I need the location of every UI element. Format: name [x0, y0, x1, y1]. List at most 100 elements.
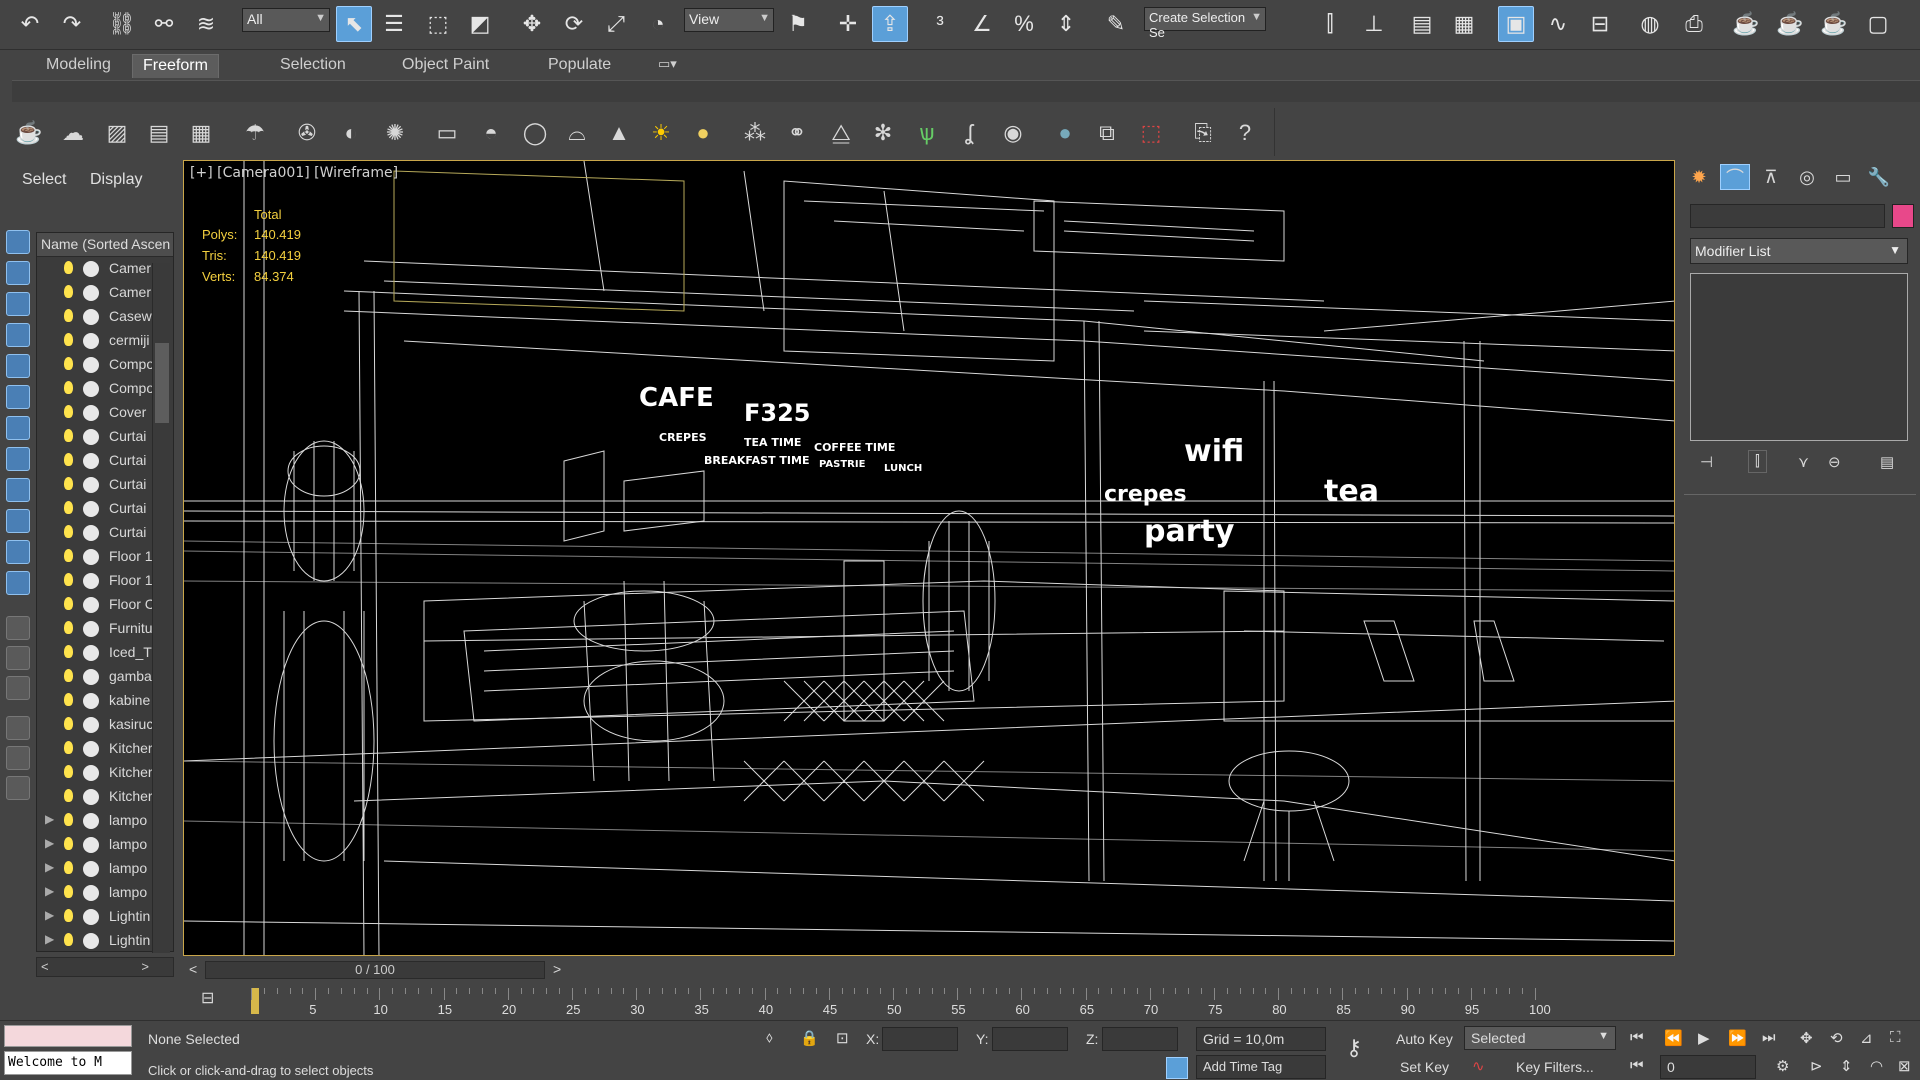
zoom-extents-icon[interactable]: ⊠: [1898, 1057, 1911, 1075]
curve-editor-icon[interactable]: ∿: [1540, 6, 1576, 42]
render-production-icon[interactable]: ☕: [1772, 6, 1808, 42]
maxscript-mini-listener[interactable]: Welcome to M: [4, 1051, 132, 1075]
modifier-list-dropdown[interactable]: Modifier List ▼: [1690, 238, 1908, 264]
lightbulb-icon[interactable]: [64, 909, 73, 922]
display-frozen-icon[interactable]: [6, 540, 30, 564]
maximize-viewport-icon[interactable]: ⛶: [1890, 1029, 1901, 1046]
expand-arrow-icon[interactable]: ▶: [45, 932, 54, 946]
edit-named-selection-icon[interactable]: ✎: [1098, 6, 1134, 42]
tab-freeform[interactable]: Freeform: [132, 54, 219, 78]
help-icon[interactable]: ?: [1228, 116, 1262, 150]
teapot-icon[interactable]: ☕: [12, 116, 46, 150]
expand-arrow-icon[interactable]: ▶: [45, 860, 54, 874]
material-sphere-icon[interactable]: ●: [1048, 116, 1082, 150]
previous-frame-icon[interactable]: ⏪: [1664, 1029, 1683, 1047]
render-region-icon[interactable]: ⬚: [1134, 116, 1168, 150]
modifier-stack[interactable]: [1690, 273, 1908, 441]
lightbulb-icon[interactable]: [64, 597, 73, 610]
dome-icon[interactable]: ◓: [474, 116, 508, 150]
layer-explorer-icon[interactable]: ▤: [1404, 6, 1440, 42]
displacement-icon[interactable]: ◉: [996, 116, 1030, 150]
render-setup-icon[interactable]: ⎙: [1676, 6, 1712, 42]
basket-icon[interactable]: ⌓: [560, 116, 594, 150]
select-and-scale-icon[interactable]: ⤢: [598, 6, 634, 42]
schematic-view-icon[interactable]: ⊟: [1582, 6, 1618, 42]
lightbulb-icon[interactable]: [64, 933, 73, 946]
lightbulb-icon[interactable]: [64, 837, 73, 850]
camera-icon[interactable]: ✇: [290, 116, 324, 150]
half-sphere-icon[interactable]: ◐: [334, 116, 368, 150]
utilities-tab-icon[interactable]: 🔧: [1864, 164, 1894, 190]
scene-list-scrollbar[interactable]: [152, 263, 170, 953]
scene-list-hscrollbar[interactable]: < >: [36, 957, 174, 977]
make-unique-icon[interactable]: ⋎: [1798, 453, 1809, 471]
select-and-link-icon[interactable]: ⛓: [104, 6, 140, 42]
export-icon[interactable]: ⎘: [1186, 116, 1220, 150]
select-and-place-icon[interactable]: ◔: [640, 6, 676, 42]
z-coord-field[interactable]: [1102, 1027, 1178, 1051]
key-filters-button[interactable]: Key Filters...: [1516, 1059, 1594, 1075]
go-to-start-icon[interactable]: ⏮: [1630, 1029, 1644, 1046]
light-helper-icon[interactable]: ☂: [238, 116, 272, 150]
lightbulb-icon[interactable]: [64, 741, 73, 754]
pivot-center-icon[interactable]: ⚑: [780, 6, 816, 42]
align-icon[interactable]: ⊥: [1356, 6, 1392, 42]
pin-stack-icon[interactable]: ⊣: [1700, 453, 1713, 471]
menu-display[interactable]: Display: [90, 171, 142, 189]
unlink-icon[interactable]: ⚯: [146, 6, 182, 42]
lightbulb-icon[interactable]: [64, 405, 73, 418]
lightbulb-icon[interactable]: [64, 453, 73, 466]
material-editor-icon[interactable]: ◍: [1632, 6, 1668, 42]
lightbulb-icon[interactable]: [64, 429, 73, 442]
lightbulb-icon[interactable]: [64, 621, 73, 634]
tab-selection[interactable]: Selection: [270, 54, 356, 78]
time-next-arrow-icon[interactable]: >: [553, 961, 561, 977]
lightbulb-icon[interactable]: [64, 285, 73, 298]
sphere-icon[interactable]: ◯: [518, 116, 552, 150]
dome-light-icon[interactable]: ●: [686, 116, 720, 150]
create-tab-icon[interactable]: ✹: [1684, 164, 1714, 190]
expand-arrow-icon[interactable]: ▶: [45, 884, 54, 898]
orbit-icon[interactable]: ⟲: [1830, 1029, 1843, 1047]
snaps-toggle-icon[interactable]: ³: [922, 6, 958, 42]
lightbulb-icon[interactable]: [64, 813, 73, 826]
lightbulb-icon[interactable]: [64, 309, 73, 322]
grid-icon[interactable]: ▦: [184, 116, 218, 150]
current-frame-field[interactable]: 0: [1660, 1055, 1756, 1079]
keyboard-shortcut-override-icon[interactable]: ⇪: [872, 6, 908, 42]
display-groups-icon[interactable]: [6, 416, 30, 440]
selection-lock-icon[interactable]: 🔒: [800, 1029, 819, 1047]
layer-icon[interactable]: [6, 776, 30, 800]
next-frame-icon[interactable]: ⏩: [1728, 1029, 1747, 1047]
lightbulb-icon[interactable]: [64, 669, 73, 682]
lightbulb-icon[interactable]: [64, 573, 73, 586]
percent-snap-icon[interactable]: %: [1006, 6, 1042, 42]
lightbulb-icon[interactable]: [64, 885, 73, 898]
display-geometry-icon[interactable]: [6, 230, 30, 254]
lightbulb-icon[interactable]: [64, 765, 73, 778]
gear-group-icon[interactable]: ✺: [378, 116, 412, 150]
select-and-rotate-icon[interactable]: ⟳: [556, 6, 592, 42]
expand-arrow-icon[interactable]: ▶: [45, 908, 54, 922]
display-lights-icon[interactable]: [6, 292, 30, 316]
roll-icon[interactable]: ◠: [1870, 1057, 1883, 1075]
viewport-label[interactable]: [+] [Camera001] [Wireframe]: [190, 165, 398, 181]
plane-icon[interactable]: ⧋: [824, 116, 858, 150]
configure-modifier-sets-icon[interactable]: ▤: [1880, 453, 1894, 471]
selection-filter-dropdown[interactable]: All ▼: [242, 8, 330, 32]
remove-modifier-icon[interactable]: ⊖: [1828, 453, 1841, 471]
display-xrefs-icon[interactable]: [6, 447, 30, 471]
menu-select[interactable]: Select: [22, 171, 66, 189]
lightbulb-icon[interactable]: [64, 645, 73, 658]
camera-viewport[interactable]: CAFE F325 CREPES TEA TIME COFFEE TIME BR…: [183, 160, 1675, 956]
rectangular-selection-icon[interactable]: ⬚: [420, 6, 456, 42]
tab-populate[interactable]: Populate: [538, 54, 621, 78]
box-icon[interactable]: ▭: [430, 116, 464, 150]
dolly-icon[interactable]: ⇕: [1840, 1057, 1853, 1075]
time-slider-thumb[interactable]: 0 / 100: [205, 961, 545, 979]
y-coord-field[interactable]: [992, 1027, 1068, 1051]
fur-icon[interactable]: ✻: [866, 116, 900, 150]
column-header-name[interactable]: Name (Sorted Ascen: [37, 233, 173, 257]
render-cloud-icon[interactable]: ▢: [1860, 6, 1896, 42]
display-containers-icon[interactable]: [6, 509, 30, 533]
